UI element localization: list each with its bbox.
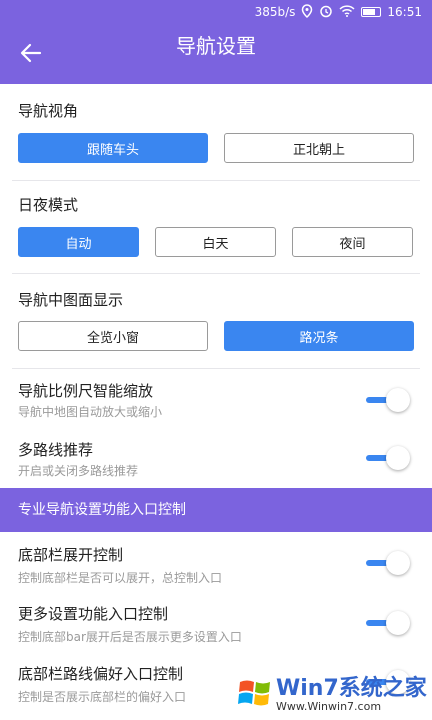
option-night[interactable]: 夜间 bbox=[292, 227, 413, 257]
nav-view-label: 导航视角 bbox=[18, 102, 79, 120]
clock: 16:51 bbox=[387, 5, 422, 19]
divider bbox=[12, 180, 420, 181]
location-icon bbox=[301, 3, 313, 21]
wifi-icon bbox=[339, 4, 355, 20]
bottom-bar-expand-toggle[interactable] bbox=[364, 550, 410, 576]
windows-logo-icon bbox=[238, 676, 272, 710]
alarm-icon bbox=[319, 4, 333, 21]
option-north-up[interactable]: 正北朝上 bbox=[224, 133, 414, 163]
status-bar: 385b/s 16:51 bbox=[0, 0, 432, 24]
page-title: 导航设置 bbox=[176, 34, 256, 58]
smart-zoom-subtitle: 导航中地图自动放大或缩小 bbox=[18, 405, 163, 419]
multi-route-toggle[interactable] bbox=[364, 445, 410, 471]
multi-route-subtitle: 开启或关闭多路线推荐 bbox=[18, 464, 139, 478]
settings-panel: 导航视角 跟随车头 正北朝上 日夜模式 自动 白天 夜间 导航中图面显示 全览小… bbox=[0, 84, 432, 488]
more-settings-entry-toggle[interactable] bbox=[364, 610, 410, 636]
option-auto[interactable]: 自动 bbox=[18, 227, 139, 257]
bottom-bar-expand-title: 底部栏展开控制 bbox=[18, 546, 124, 564]
more-settings-entry-subtitle: 控制底部bar展开后是否展示更多设置入口 bbox=[18, 630, 242, 644]
toggle-knob bbox=[386, 388, 410, 412]
option-overview-window[interactable]: 全览小窗 bbox=[18, 321, 208, 351]
watermark-url: Www.Winwin7.com bbox=[276, 700, 382, 713]
watermark-brand: Win7系统之家 bbox=[276, 676, 427, 701]
toggle-knob bbox=[386, 446, 410, 470]
arrow-left-icon bbox=[20, 43, 42, 63]
option-follow-heading[interactable]: 跟随车头 bbox=[18, 133, 208, 163]
network-speed: 385b/s bbox=[254, 5, 296, 19]
pro-section-header: 专业导航设置功能入口控制 bbox=[0, 488, 432, 532]
divider bbox=[12, 273, 420, 274]
day-night-label: 日夜模式 bbox=[18, 196, 79, 214]
more-settings-entry-title: 更多设置功能入口控制 bbox=[18, 605, 169, 623]
map-display-label: 导航中图面显示 bbox=[18, 291, 124, 309]
toggle-knob bbox=[386, 611, 410, 635]
bottom-bar-expand-subtitle: 控制底部栏是否可以展开，总控制入口 bbox=[18, 571, 223, 585]
smart-zoom-toggle[interactable] bbox=[364, 387, 410, 413]
back-button[interactable] bbox=[14, 36, 48, 70]
app-bar: 导航设置 bbox=[0, 24, 432, 84]
option-day[interactable]: 白天 bbox=[155, 227, 276, 257]
battery-icon bbox=[361, 7, 382, 17]
option-traffic-bar[interactable]: 路况条 bbox=[224, 321, 414, 351]
watermark: Win7系统之家 Www.Winwin7.com bbox=[236, 668, 432, 720]
route-preference-entry-title: 底部栏路线偏好入口控制 bbox=[18, 665, 184, 683]
smart-zoom-title: 导航比例尺智能缩放 bbox=[18, 382, 154, 400]
multi-route-title: 多路线推荐 bbox=[18, 441, 94, 459]
route-preference-entry-subtitle: 控制是否展示底部栏的偏好入口 bbox=[18, 690, 187, 704]
toggle-knob bbox=[386, 551, 410, 575]
divider bbox=[12, 368, 420, 369]
